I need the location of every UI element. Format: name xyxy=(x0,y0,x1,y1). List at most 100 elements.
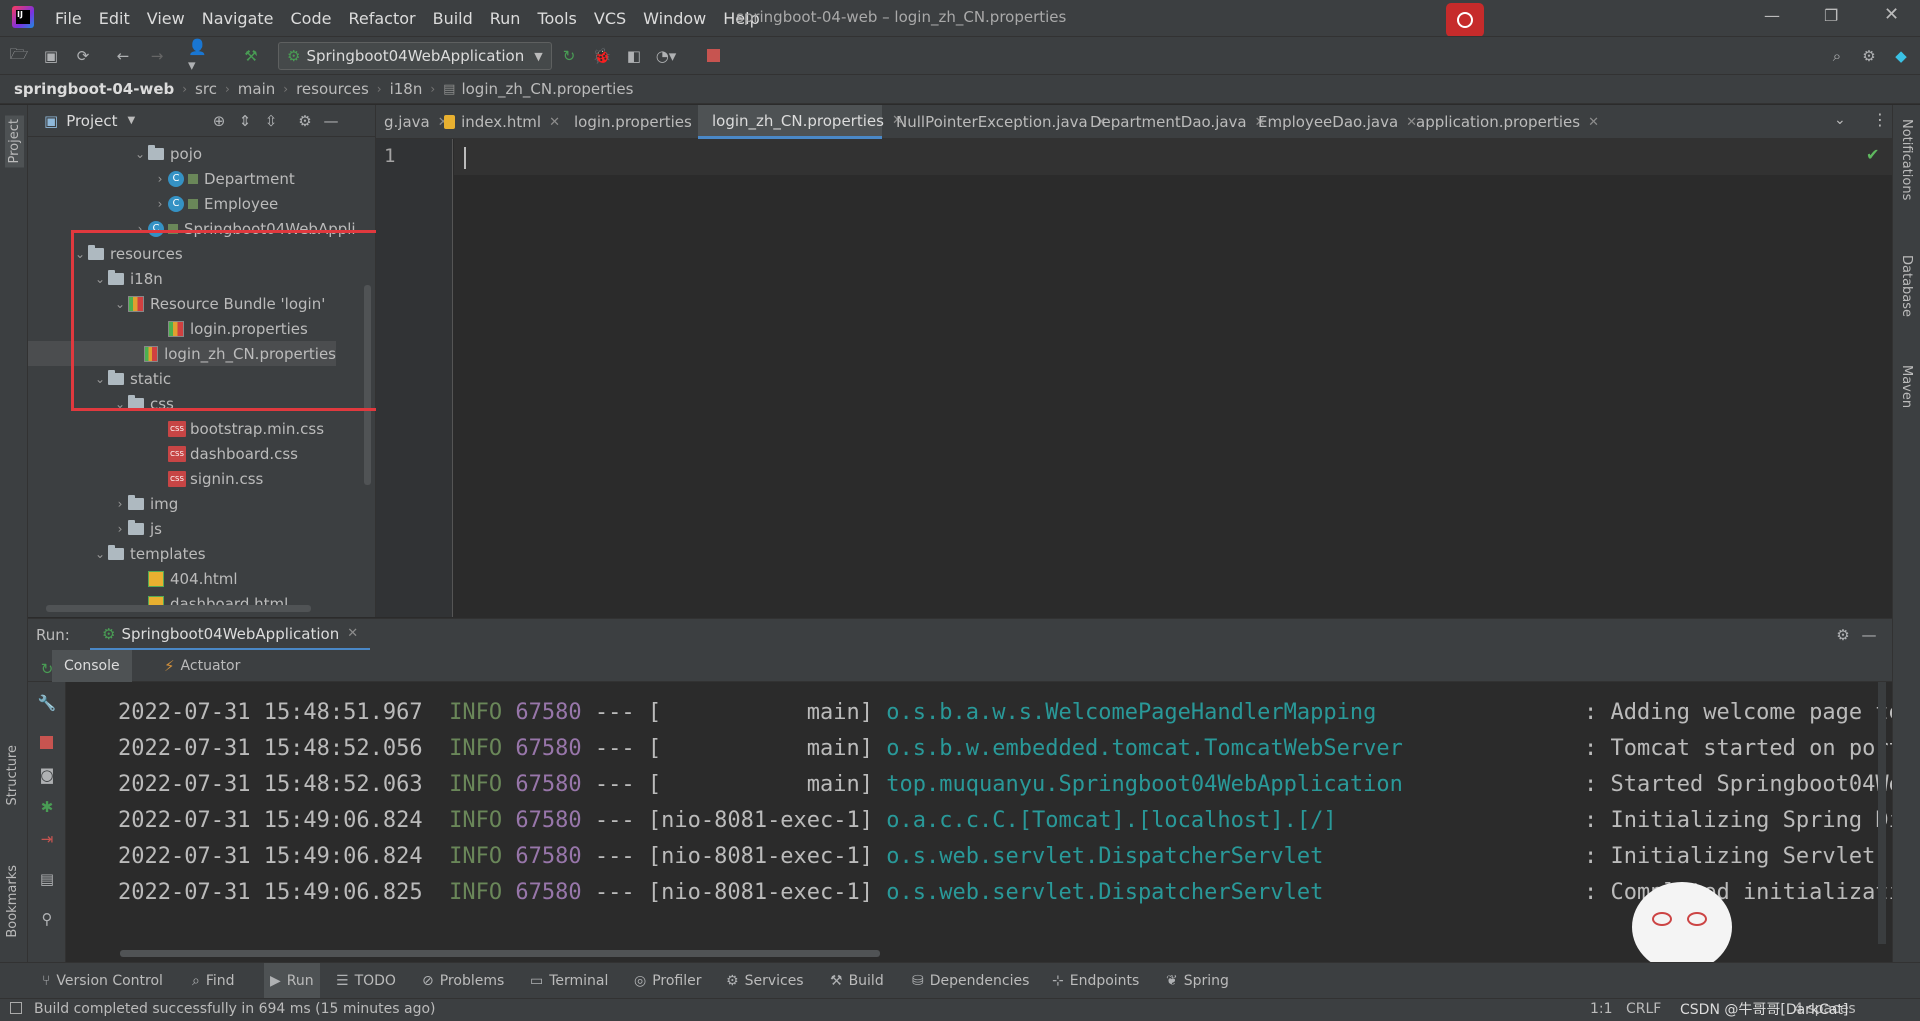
user-icon[interactable]: 👤▾ xyxy=(188,38,210,74)
minimize-icon[interactable]: — xyxy=(1764,6,1780,25)
actuator-tab[interactable]: ⚡ Actuator xyxy=(164,650,240,682)
tree-node[interactable]: CSS bootstrap.min.css xyxy=(28,416,358,441)
camera-icon[interactable]: ◙ xyxy=(36,764,58,786)
menu-refactor[interactable]: Refactor xyxy=(348,9,415,28)
status-checkbox-icon[interactable] xyxy=(10,1002,22,1014)
save-icon[interactable]: ▣ xyxy=(40,45,62,67)
console-vscrollbar[interactable] xyxy=(1878,682,1886,944)
toolbox-icon[interactable]: ◆ xyxy=(1890,45,1912,67)
chevron-down-icon[interactable]: ▼ xyxy=(128,115,136,126)
status-message[interactable]: Build completed successfully in 694 ms (… xyxy=(34,1001,436,1017)
settings-gear-icon[interactable]: ⚙ xyxy=(1858,45,1880,67)
chevron-right-icon[interactable]: › xyxy=(112,497,128,511)
hide-panel-icon[interactable]: — xyxy=(320,110,342,132)
locate-icon[interactable]: ⊕ xyxy=(208,110,230,132)
breadcrumb-item[interactable]: src xyxy=(195,80,217,98)
tree-node[interactable]: › img xyxy=(28,491,358,516)
run-config-select[interactable]: ⚙ Springboot04WebApplication ▼ xyxy=(278,42,552,70)
bottom-tab-endpoints[interactable]: ⊹ Endpoints xyxy=(1052,963,1139,999)
editor-tab[interactable]: NullPointerException.java ✕ xyxy=(882,105,1107,139)
menu-window[interactable]: Window xyxy=(643,9,706,28)
bottom-tab-run[interactable]: ▶ Run xyxy=(264,963,320,999)
tree-node[interactable]: dashboard.html xyxy=(28,591,358,616)
database-tool-button[interactable]: Database xyxy=(1899,255,1914,317)
project-panel-title[interactable]: Project xyxy=(66,112,117,130)
tree-node[interactable]: CSS dashboard.css xyxy=(28,441,358,466)
editor-area[interactable]: 1 ✔ xyxy=(376,139,1892,617)
inspection-ok-icon[interactable]: ✔ xyxy=(1866,145,1879,164)
menu-edit[interactable]: Edit xyxy=(99,9,130,28)
bottom-tab-build[interactable]: ⚒ Build xyxy=(830,963,884,999)
menu-navigate[interactable]: Navigate xyxy=(202,9,274,28)
breadcrumb-item[interactable]: main xyxy=(238,80,275,98)
console-hscrollbar[interactable] xyxy=(120,950,880,957)
menu-vcs[interactable]: VCS xyxy=(594,9,626,28)
bottom-tab-spring[interactable]: ❦ Spring xyxy=(1166,963,1229,999)
expand-all-icon[interactable]: ⇕ xyxy=(234,110,256,132)
profile-icon[interactable]: ◔▾ xyxy=(655,45,677,67)
structure-tool-button[interactable]: Structure xyxy=(5,745,20,805)
menu-file[interactable]: File xyxy=(55,9,82,28)
editor-tab[interactable]: login.properties✕ xyxy=(560,105,711,139)
menu-run[interactable]: Run xyxy=(490,9,521,28)
search-icon[interactable]: ⌕ xyxy=(1826,45,1848,67)
stop-icon[interactable] xyxy=(707,49,720,62)
bottom-tab-find[interactable]: ⌕ Find xyxy=(192,963,235,999)
build-hammer-icon[interactable]: ⚒ xyxy=(240,45,262,67)
menu-view[interactable]: View xyxy=(147,9,185,28)
layout-icon[interactable]: ▤ xyxy=(36,868,58,890)
exit-icon[interactable]: ⇥ xyxy=(36,828,58,850)
menu-tools[interactable]: Tools xyxy=(537,9,576,28)
menu-code[interactable]: Code xyxy=(291,9,332,28)
rerun-icon[interactable]: ↻ xyxy=(36,658,58,680)
bottom-tab-profiler[interactable]: ◎ Profiler xyxy=(634,963,702,999)
stop-icon[interactable] xyxy=(40,736,53,749)
breadcrumb-item[interactable]: login_zh_CN.properties xyxy=(461,80,633,98)
line-separator[interactable]: CRLF xyxy=(1626,1001,1661,1017)
forward-icon[interactable]: → xyxy=(146,45,168,67)
back-icon[interactable]: ← xyxy=(112,45,134,67)
tree-node[interactable]: ⌄ pojo xyxy=(28,141,358,166)
chevron-right-icon[interactable]: › xyxy=(112,522,128,536)
restore-icon[interactable]: ❐ xyxy=(1824,6,1838,25)
options-gear-icon[interactable]: ⚙ xyxy=(294,110,316,132)
caret-position[interactable]: 1:1 xyxy=(1590,1001,1613,1017)
chevron-right-icon[interactable]: › xyxy=(152,197,168,211)
bottom-tab-services[interactable]: ⚙ Services xyxy=(726,963,804,999)
rerun-icon[interactable]: ↻ xyxy=(558,45,580,67)
tree-node[interactable]: › js xyxy=(28,516,358,541)
tree-hscrollbar[interactable] xyxy=(46,605,311,612)
menu-build[interactable]: Build xyxy=(433,9,473,28)
collapse-all-icon[interactable]: ⇳ xyxy=(260,110,282,132)
bookmarks-tool-button[interactable]: Bookmarks xyxy=(5,865,20,938)
debug-icon[interactable]: 🐞 xyxy=(591,45,613,67)
run-settings-gear-icon[interactable]: ⚙ xyxy=(1832,624,1854,646)
breadcrumb-item[interactable]: resources xyxy=(296,80,369,98)
run-config-tab[interactable]: ⚙ Springboot04WebApplication ✕ xyxy=(90,619,371,651)
open-folder-icon[interactable]: 🗁 xyxy=(8,45,30,67)
bottom-tab-terminal[interactable]: ▭ Terminal xyxy=(530,963,608,999)
editor-tab[interactable]: EmployeeDao.java ✕ xyxy=(1244,105,1417,139)
editor-tab[interactable]: index.html ✕ xyxy=(436,105,560,139)
editor-tab[interactable]: login_zh_CN.properties ✕ xyxy=(698,105,903,139)
console-output[interactable]: 2022-07-31 15:48:51.967 INFO 67580 --- [… xyxy=(66,682,1892,962)
maven-tool-button[interactable]: Maven xyxy=(1899,365,1914,408)
bottom-tab-todo[interactable]: ☰ TODO xyxy=(336,963,396,999)
more-options-icon[interactable]: ⋮ xyxy=(1872,110,1888,129)
close-icon[interactable]: ✕ xyxy=(1884,4,1899,25)
close-tab-icon[interactable]: ✕ xyxy=(1588,115,1599,130)
hide-run-panel-icon[interactable]: — xyxy=(1858,624,1880,646)
pin-icon[interactable]: ⚲ xyxy=(36,908,58,930)
sync-icon[interactable]: ⟳ xyxy=(72,45,94,67)
tabs-overflow-chevron-icon[interactable]: ⌄ xyxy=(1834,112,1846,128)
project-tool-button[interactable]: Project xyxy=(5,115,24,168)
editor-tab[interactable]: application.properties ✕ xyxy=(1402,105,1599,139)
close-tab-icon[interactable]: ✕ xyxy=(549,115,560,130)
tree-node[interactable]: CSS signin.css xyxy=(28,466,358,491)
editor-tab[interactable]: DepartmentDao.java ✕ xyxy=(1076,105,1266,139)
wrench-icon[interactable]: 🔧 xyxy=(36,692,58,714)
breadcrumb-item[interactable]: springboot-04-web xyxy=(14,80,174,98)
console-tab[interactable]: Console xyxy=(52,650,132,682)
bottom-tab-version-control[interactable]: ⑂ Version Control xyxy=(42,963,163,999)
chevron-down-icon[interactable]: ⌄ xyxy=(132,147,148,161)
